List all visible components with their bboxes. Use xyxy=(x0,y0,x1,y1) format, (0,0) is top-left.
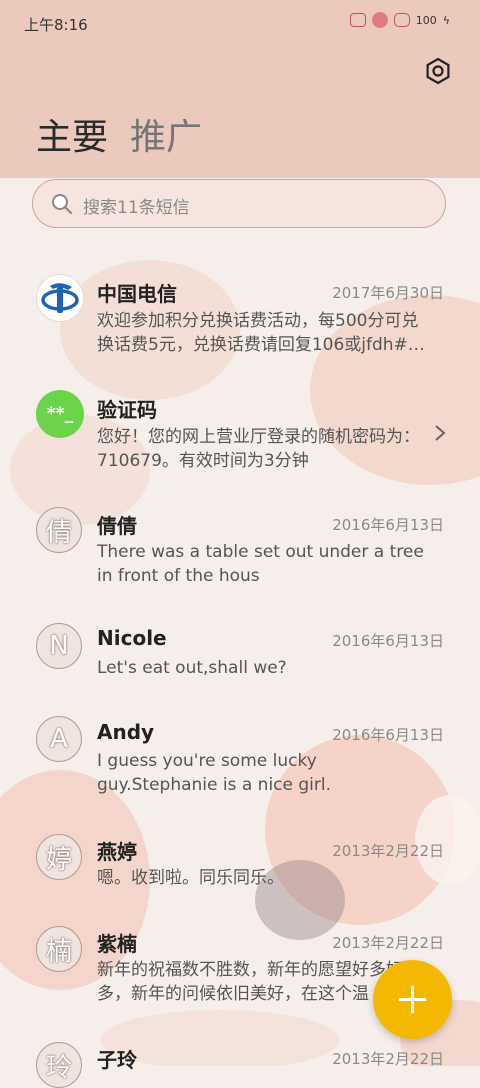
contact-name: 紫楠 xyxy=(97,932,137,956)
code-avatar: **_ xyxy=(36,390,84,438)
contact-name: 子玲 xyxy=(97,1048,137,1072)
message-item[interactable]: **_ 验证码 您好！您的网上营业厅登录的随机密码为：710679。有效时间为3… xyxy=(0,374,480,484)
message-date: 2013年2月22日 xyxy=(332,934,444,952)
notification-icon xyxy=(349,13,366,27)
contact-name: 验证码 xyxy=(97,398,157,422)
message-date: 2016年6月13日 xyxy=(332,632,444,650)
status-bar: 上午8:16 100 ϟ xyxy=(0,0,480,44)
status-icons: 100 ϟ xyxy=(349,12,450,28)
message-preview: 嗯。收到啦。同乐同乐。 xyxy=(97,868,284,888)
contact-name: Nicole xyxy=(97,626,167,650)
tab-primary[interactable]: 主要 xyxy=(36,118,108,158)
tab-bar: 主要 推广 xyxy=(36,118,202,158)
search-icon xyxy=(52,194,73,215)
plus-icon xyxy=(398,985,427,1014)
new-message-button[interactable] xyxy=(373,960,452,1039)
settings-icon[interactable] xyxy=(424,57,452,85)
message-item[interactable]: A Andy 2016年6月13日 I guess you're some lu… xyxy=(0,698,480,808)
telecom-avatar xyxy=(36,274,84,322)
tab-promo[interactable]: 推广 xyxy=(130,118,202,158)
contact-avatar: N xyxy=(36,623,82,669)
telecom-logo-icon xyxy=(41,283,79,313)
contact-name: Andy xyxy=(97,720,155,744)
message-date: 2016年6月13日 xyxy=(332,516,444,534)
contact-name: 倩倩 xyxy=(97,514,137,538)
contact-avatar: 玲 xyxy=(36,1042,82,1088)
message-preview: Let's eat out,shall we? xyxy=(97,658,287,678)
charging-icon: ϟ xyxy=(442,13,450,27)
battery-level: 100 xyxy=(415,13,437,27)
contact-avatar: 倩 xyxy=(36,507,82,553)
message-preview: 欢迎参加积分兑换话费活动，每500分可兑换话费5元，兑换话费请回复106或jfd… xyxy=(97,311,425,355)
message-item[interactable]: N Nicole 2016年6月13日 Let's eat out,shall … xyxy=(0,606,480,696)
message-item[interactable]: 婷 燕婷 2013年2月22日 嗯。收到啦。同乐同乐。 xyxy=(0,814,480,904)
message-date: 2016年6月13日 xyxy=(332,726,444,744)
status-time: 上午8:16 xyxy=(24,16,88,34)
app-notification-icon xyxy=(371,12,388,28)
search-bar[interactable]: 搜索11条短信 xyxy=(32,179,446,228)
code-avatar-text: **_ xyxy=(46,404,74,424)
header: 上午8:16 100 ϟ 主要 推广 xyxy=(0,0,480,178)
chevron-right-icon[interactable] xyxy=(434,424,446,442)
battery-icon xyxy=(393,13,410,27)
search-input[interactable]: 搜索11条短信 xyxy=(83,193,190,218)
message-item[interactable]: 中国电信 2017年6月30日 欢迎参加积分兑换话费活动，每500分可兑换话费5… xyxy=(0,258,480,368)
contact-avatar: 楠 xyxy=(36,926,82,972)
contact-avatar: A xyxy=(36,716,82,762)
message-item[interactable]: 倩 倩倩 2016年6月13日 There was a table set ou… xyxy=(0,490,480,600)
message-date: 2017年6月30日 xyxy=(332,284,444,302)
message-preview: There was a table set out under a tree i… xyxy=(97,542,424,586)
contact-name: 燕婷 xyxy=(97,840,137,864)
message-preview: I guess you're some lucky guy.Stephanie … xyxy=(97,751,332,795)
contact-avatar: 婷 xyxy=(36,834,82,880)
message-preview: 您好！您的网上营业厅登录的随机密码为：710679。有效时间为3分钟 xyxy=(97,427,420,471)
contact-name: 中国电信 xyxy=(97,282,177,306)
message-date: 2013年2月22日 xyxy=(332,842,444,860)
